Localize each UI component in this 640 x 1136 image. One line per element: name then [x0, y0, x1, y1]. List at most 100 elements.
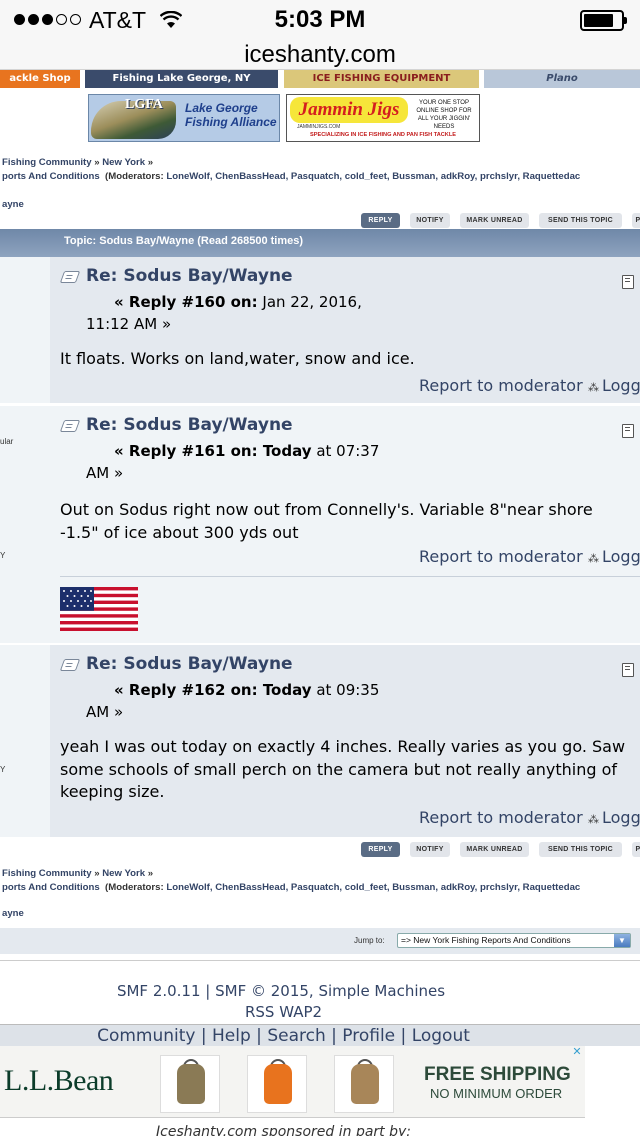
- post-text: Out on Sodus right now out from Connelly…: [60, 500, 593, 542]
- post-161: ular Y Re: Sodus Bay/Wayne « Reply #161 …: [0, 406, 640, 643]
- post-text: It floats. Works on land,water, snow and…: [60, 349, 415, 368]
- close-icon[interactable]: ✕: [571, 1046, 583, 1058]
- nav-logout[interactable]: Logout: [412, 1026, 470, 1046]
- nav-community[interactable]: Community: [97, 1026, 195, 1046]
- llbean-ad[interactable]: L.L.Bean FREE SHIPPING NO MINIMUM ORDER …: [0, 1046, 585, 1118]
- mark-unread-button[interactable]: MARK UNREAD: [460, 213, 529, 228]
- print-button[interactable]: P: [632, 842, 640, 857]
- quote-icon[interactable]: [622, 275, 634, 289]
- moderators-list[interactable]: LoneWolf, ChenBassHead, Pasquatch, cold_…: [166, 171, 580, 182]
- lgfa-name: Lake George Fishing Alliance: [185, 101, 277, 129]
- crumb-community[interactable]: Fishing Community: [2, 868, 92, 879]
- moderators-label: (Moderators:: [105, 882, 164, 893]
- topic-title: Topic: Sodus Bay/Wayne (Read 268500 time…: [64, 235, 304, 247]
- crumb-board[interactable]: ports And Conditions: [2, 171, 100, 182]
- post-meta: « Reply #160 on: Jan 22, 2016, 11:12 AM …: [86, 293, 362, 333]
- jump-to-select[interactable]: => New York Fishing Reports And Conditio…: [397, 933, 631, 948]
- quote-icon[interactable]: [622, 424, 634, 438]
- poster-location: Y: [0, 765, 6, 774]
- sponsor-banner-row: ackle Shop Fishing Lake George, NY ICE F…: [0, 70, 640, 88]
- crumb-topic[interactable]: ayne: [2, 908, 24, 919]
- crumb-new-york[interactable]: New York: [102, 157, 145, 168]
- smf-credits[interactable]: SMF 2.0.11 | SMF © 2015, Simple Machines: [0, 982, 562, 1000]
- post-body: Re: Sodus Bay/Wayne « Reply #161 on: Tod…: [50, 406, 640, 643]
- crumb-board[interactable]: ports And Conditions: [2, 882, 100, 893]
- fishing-lake-george-banner[interactable]: Fishing Lake George, NY: [85, 70, 278, 88]
- plano-banner[interactable]: Plano: [484, 70, 640, 88]
- jammin-url: JAMMINJIGS.COM: [297, 124, 341, 130]
- wap2-link[interactable]: WAP2: [279, 1003, 322, 1021]
- topic-header: Topic: Sodus Bay/Wayne (Read 268500 time…: [0, 229, 640, 257]
- post-icon: [59, 659, 81, 671]
- clock: 5:03 PM: [274, 6, 366, 33]
- mark-unread-button[interactable]: MARK UNREAD: [460, 842, 529, 857]
- crumb-community[interactable]: Fishing Community: [2, 157, 92, 168]
- poster-location: Y: [0, 551, 6, 560]
- nav-profile[interactable]: Profile: [342, 1026, 395, 1046]
- lgfa-banner[interactable]: LGFA Lake George Fishing Alliance: [88, 94, 280, 142]
- battery-icon: [580, 10, 627, 31]
- post-title[interactable]: Re: Sodus Bay/Wayne: [86, 654, 293, 674]
- logged-ip: ⁂ Logg: [588, 808, 640, 827]
- nav-search[interactable]: Search: [267, 1026, 325, 1046]
- backpack-image: [160, 1055, 220, 1113]
- reply-button[interactable]: REPLY: [361, 213, 400, 228]
- post-icon: [59, 271, 81, 283]
- free-shipping-text: FREE SHIPPING: [424, 1064, 571, 1085]
- address-bar[interactable]: iceshanty.com: [0, 40, 640, 70]
- jammin-tagline: YOUR ONE STOP ONLINE SHOP FOR ALL YOUR J…: [416, 100, 472, 130]
- topic-buttons-top: REPLY NOTIFY MARK UNREAD SEND THIS TOPIC…: [0, 213, 640, 229]
- moderators-label: (Moderators:: [105, 171, 164, 182]
- moderators-list[interactable]: LoneWolf, ChenBassHead, Pasquatch, cold_…: [166, 882, 580, 893]
- poster-group: ular: [0, 437, 14, 446]
- jammin-jigs-banner[interactable]: Jammin Jigs JAMMINJIGS.COM YOUR ONE STOP…: [286, 94, 480, 142]
- ip-icon: ⁂: [588, 381, 599, 394]
- tackle-shop-banner[interactable]: ackle Shop: [0, 70, 80, 88]
- jammin-jigs-logo: Jammin Jigs: [290, 97, 408, 123]
- report-to-moderator-link[interactable]: Report to moderator: [419, 808, 583, 827]
- status-bar: AT&T 5:03 PM: [0, 0, 640, 40]
- report-to-moderator-link[interactable]: Report to moderator: [419, 547, 583, 566]
- rss-link[interactable]: RSS: [245, 1003, 274, 1021]
- poster-info: [0, 257, 50, 403]
- post-text: yeah I was out today on exactly 4 inches…: [60, 737, 626, 801]
- ip-icon: ⁂: [588, 552, 599, 565]
- quote-icon[interactable]: [622, 663, 634, 677]
- chevron-down-icon[interactable]: ▼: [614, 934, 630, 947]
- send-topic-button[interactable]: SEND THIS TOPIC: [539, 213, 622, 228]
- report-to-moderator-link[interactable]: Report to moderator: [419, 376, 583, 395]
- post-160: Re: Sodus Bay/Wayne « Reply #160 on: Jan…: [0, 257, 640, 403]
- post-body: Re: Sodus Bay/Wayne « Reply #162 on: Tod…: [50, 645, 640, 837]
- site-footer: SMF 2.0.11 | SMF © 2015, Simple Machines…: [0, 960, 640, 1024]
- lgfa-abbr: LGFA: [125, 97, 163, 112]
- reply-button[interactable]: REPLY: [361, 842, 400, 857]
- post-meta: « Reply #161 on: Today at 07:37 AM »: [86, 442, 380, 482]
- ice-fishing-equipment-banner[interactable]: ICE FISHING EQUIPMENT: [284, 70, 479, 88]
- no-minimum-text: NO MINIMUM ORDER: [430, 1086, 563, 1101]
- send-topic-button[interactable]: SEND THIS TOPIC: [539, 842, 622, 857]
- post-title[interactable]: Re: Sodus Bay/Wayne: [86, 415, 293, 435]
- footer-feeds: RSS WAP2: [0, 1003, 567, 1021]
- crumb-topic[interactable]: ayne: [2, 199, 24, 210]
- post-body: Re: Sodus Bay/Wayne « Reply #160 on: Jan…: [50, 257, 640, 403]
- crumb-new-york[interactable]: New York: [102, 868, 145, 879]
- notify-button[interactable]: NOTIFY: [410, 213, 450, 228]
- post-162: Y Re: Sodus Bay/Wayne « Reply #162 on: T…: [0, 645, 640, 837]
- backpack-image: [247, 1055, 307, 1113]
- logged-ip: ⁂ Logg: [588, 376, 640, 395]
- signature-divider: [60, 576, 640, 577]
- poster-info: Y: [0, 645, 50, 837]
- sponsor-text: Iceshanty.com sponsored in part by:: [156, 1124, 411, 1136]
- poster-info: ular Y: [0, 406, 50, 643]
- jump-to-bar: Jump to: => New York Fishing Reports And…: [0, 928, 640, 954]
- logged-ip: ⁂ Logg: [588, 547, 640, 566]
- nav-help[interactable]: Help: [212, 1026, 251, 1046]
- print-button[interactable]: P: [632, 213, 640, 228]
- notify-button[interactable]: NOTIFY: [410, 842, 450, 857]
- ip-icon: ⁂: [588, 813, 599, 826]
- post-title[interactable]: Re: Sodus Bay/Wayne: [86, 266, 293, 286]
- jump-to-label: Jump to:: [354, 936, 385, 945]
- american-flag-signature: [60, 587, 138, 631]
- llbean-logo: L.L.Bean: [4, 1064, 114, 1097]
- topic-buttons-bottom: REPLY NOTIFY MARK UNREAD SEND THIS TOPIC…: [0, 842, 640, 858]
